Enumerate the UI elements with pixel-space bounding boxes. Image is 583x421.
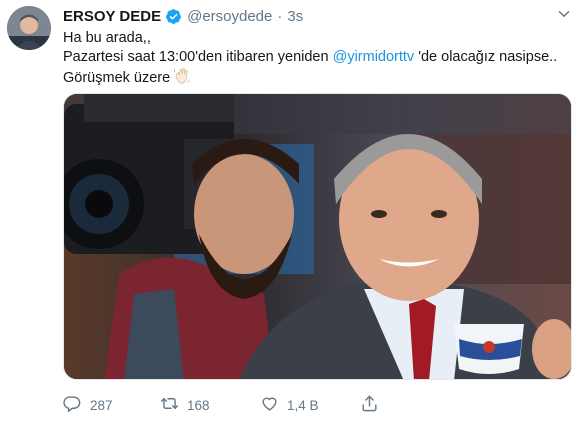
timestamp[interactable]: 3s — [287, 8, 303, 25]
reply-count: 287 — [90, 397, 113, 413]
retweet-button[interactable]: 168 — [160, 394, 210, 416]
tweet-text-line-1: Ha bu arada,, — [63, 30, 151, 46]
tweet-text-line-2: Pazartesi saat 13:00'den itibaren yenide… — [63, 48, 573, 67]
retweet-count: 168 — [187, 397, 210, 413]
like-icon — [260, 394, 279, 416]
share-button[interactable] — [360, 394, 379, 416]
reply-button[interactable]: 287 — [63, 394, 113, 416]
like-button[interactable]: 1,4 B — [260, 394, 319, 416]
tweet-card[interactable]: ERSOY DEDE @ersoydede · 3s Ha bu arada,,… — [0, 0, 583, 421]
tweet-photo[interactable] — [63, 93, 572, 380]
mention-link[interactable]: @yirmidorttv — [333, 49, 415, 65]
chevron-down-icon[interactable] — [555, 5, 573, 23]
avatar[interactable] — [7, 6, 51, 50]
like-count: 1,4 B — [287, 397, 319, 413]
tweet-text-segment: 'de olacağız nasipse.. — [414, 49, 558, 65]
tweet-header: ERSOY DEDE @ersoydede · 3s — [63, 6, 303, 26]
share-icon — [360, 394, 379, 416]
retweet-icon — [160, 394, 179, 416]
tweet-actions: 287 168 1,4 B — [63, 395, 483, 415]
user-handle[interactable]: @ersoydede — [187, 8, 272, 25]
tweet-text-segment: Pazartesi saat 13:00'den itibaren yenide… — [63, 49, 333, 65]
tweet-text-line-3: Görüşmek üzere — [63, 67, 573, 91]
reply-icon — [63, 394, 82, 416]
tweet-text: Ha bu arada,, Pazartesi saat 13:00'den i… — [63, 29, 573, 91]
verified-badge-icon — [165, 8, 182, 25]
display-name[interactable]: ERSOY DEDE — [63, 8, 161, 25]
separator-dot: · — [277, 7, 283, 25]
tweet-text-segment: Görüşmek üzere — [63, 70, 171, 86]
waving-hand-emoji — [173, 67, 191, 91]
